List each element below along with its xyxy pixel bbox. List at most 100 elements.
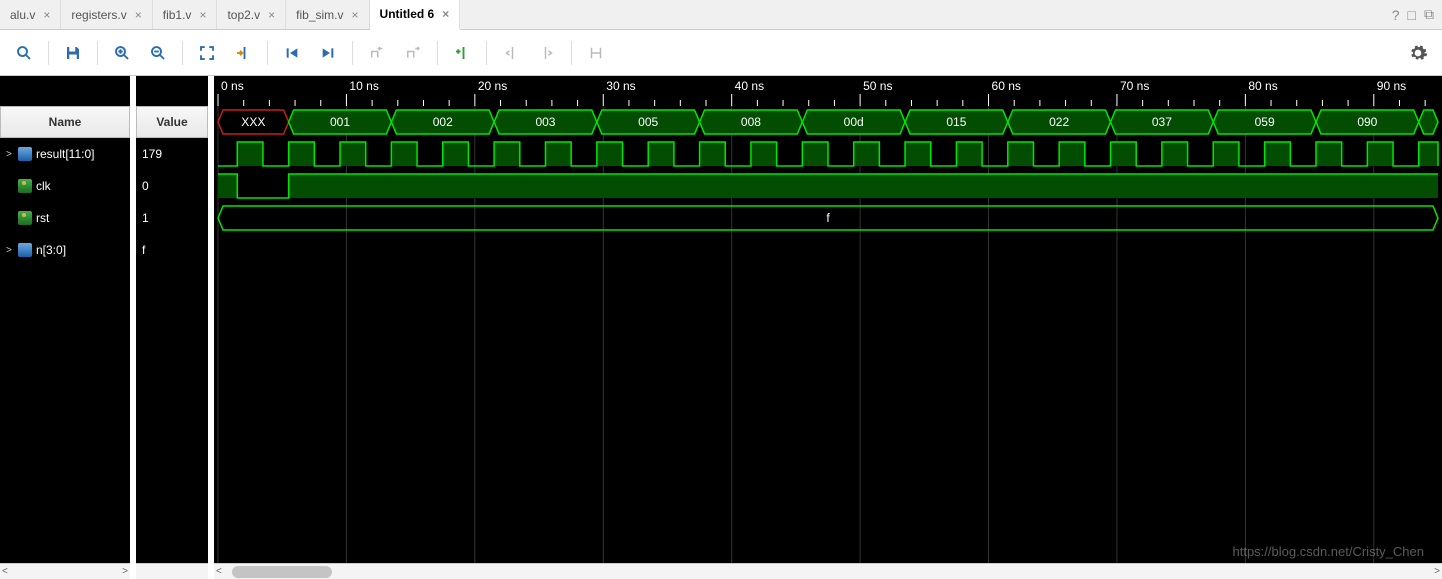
svg-text:40 ns: 40 ns bbox=[735, 79, 764, 93]
svg-text:015: 015 bbox=[946, 115, 966, 129]
editor-tabs: alu.v×registers.v×fib1.v×top2.v×fib_sim.… bbox=[0, 0, 1442, 30]
bus-signal-icon bbox=[18, 243, 32, 257]
signal-name: result[11:0] bbox=[36, 147, 94, 161]
zoom-fit-icon[interactable] bbox=[191, 37, 223, 69]
value-scrollbar[interactable] bbox=[136, 563, 208, 579]
bit-signal-icon bbox=[18, 179, 32, 193]
close-icon[interactable]: × bbox=[268, 8, 275, 22]
svg-text:090: 090 bbox=[1357, 115, 1377, 129]
signal-value: f bbox=[142, 243, 145, 257]
divider bbox=[182, 41, 183, 65]
name-scrollbar[interactable]: <> bbox=[0, 563, 130, 579]
tab-window-controls: ? □ ⧉ bbox=[1392, 0, 1442, 29]
tab-label: fib1.v bbox=[163, 8, 192, 22]
restore-icon[interactable]: ⧉ bbox=[1424, 6, 1434, 23]
svg-text:60 ns: 60 ns bbox=[992, 79, 1021, 93]
divider bbox=[486, 41, 487, 65]
tab-top2-v[interactable]: top2.v × bbox=[217, 0, 286, 29]
signal-value: 179 bbox=[142, 147, 162, 161]
tab-fib1-v[interactable]: fib1.v × bbox=[153, 0, 218, 29]
svg-text:90 ns: 90 ns bbox=[1377, 79, 1406, 93]
signal-value-row[interactable]: 0 bbox=[136, 170, 208, 202]
bit-signal-icon bbox=[18, 211, 32, 225]
value-header: Value bbox=[136, 106, 208, 138]
svg-text:70 ns: 70 ns bbox=[1120, 79, 1149, 93]
zoom-in-icon[interactable] bbox=[106, 37, 138, 69]
divider bbox=[352, 41, 353, 65]
divider bbox=[267, 41, 268, 65]
expand-icon[interactable]: > bbox=[6, 245, 14, 256]
svg-text:30 ns: 30 ns bbox=[606, 79, 635, 93]
go-to-end-icon[interactable] bbox=[312, 37, 344, 69]
svg-text:005: 005 bbox=[638, 115, 658, 129]
tab-untitled-6[interactable]: Untitled 6 × bbox=[370, 0, 461, 30]
svg-text:f: f bbox=[826, 211, 830, 225]
tab-label: Untitled 6 bbox=[380, 7, 435, 21]
divider bbox=[571, 41, 572, 65]
name-header: Name bbox=[0, 106, 130, 138]
swap-markers-icon bbox=[580, 37, 612, 69]
svg-text:001: 001 bbox=[330, 115, 350, 129]
svg-text:002: 002 bbox=[433, 115, 453, 129]
signal-name-column: Name > result[11:0] clk rst > n[3:0] <> bbox=[0, 76, 130, 579]
settings-icon[interactable] bbox=[1402, 37, 1434, 69]
waveform-scrollbar[interactable]: < > bbox=[214, 563, 1442, 579]
zoom-out-icon[interactable] bbox=[142, 37, 174, 69]
tab-label: fib_sim.v bbox=[296, 8, 343, 22]
next-marker-icon bbox=[531, 37, 563, 69]
close-icon[interactable]: × bbox=[442, 7, 449, 21]
close-icon[interactable]: × bbox=[352, 8, 359, 22]
tab-registers-v[interactable]: registers.v × bbox=[61, 0, 152, 29]
svg-text:10 ns: 10 ns bbox=[349, 79, 378, 93]
add-marker-icon[interactable] bbox=[446, 37, 478, 69]
signal-value: 0 bbox=[142, 179, 149, 193]
svg-text:50 ns: 50 ns bbox=[863, 79, 892, 93]
divider bbox=[97, 41, 98, 65]
prev-transition-icon bbox=[361, 37, 393, 69]
go-to-cursor-icon[interactable] bbox=[227, 37, 259, 69]
signal-name-row[interactable]: > result[11:0] bbox=[0, 138, 130, 170]
tab-label: top2.v bbox=[227, 8, 260, 22]
maximize-icon[interactable]: □ bbox=[1408, 7, 1416, 23]
svg-text:XXX: XXX bbox=[241, 115, 265, 129]
close-icon[interactable]: × bbox=[135, 8, 142, 22]
signal-panel: Name > result[11:0] clk rst > n[3:0] <> Value… bbox=[0, 76, 208, 579]
help-icon[interactable]: ? bbox=[1392, 7, 1400, 23]
signal-name: n[3:0] bbox=[36, 243, 66, 257]
signal-name: clk bbox=[36, 179, 51, 193]
waveform-toolbar bbox=[0, 30, 1442, 76]
svg-text:20 ns: 20 ns bbox=[478, 79, 507, 93]
signal-value-row[interactable]: f bbox=[136, 234, 208, 266]
tab-alu-v[interactable]: alu.v × bbox=[0, 0, 61, 29]
signal-value-row[interactable]: 1 bbox=[136, 202, 208, 234]
save-icon[interactable] bbox=[57, 37, 89, 69]
prev-marker-icon bbox=[495, 37, 527, 69]
svg-text:022: 022 bbox=[1049, 115, 1069, 129]
waveform-area[interactable]: 0 ns 10 ns 20 ns 30 ns 40 ns 50 ns 60 ns 70 ns 8… bbox=[208, 76, 1442, 579]
next-transition-icon bbox=[397, 37, 429, 69]
signal-name: rst bbox=[36, 211, 49, 225]
tab-label: registers.v bbox=[71, 8, 126, 22]
signal-name-row[interactable]: > n[3:0] bbox=[0, 234, 130, 266]
go-to-start-icon[interactable] bbox=[276, 37, 308, 69]
signal-name-row[interactable]: rst bbox=[0, 202, 130, 234]
search-icon[interactable] bbox=[8, 37, 40, 69]
svg-text:059: 059 bbox=[1255, 115, 1275, 129]
main-area: Name > result[11:0] clk rst > n[3:0] <> Value… bbox=[0, 76, 1442, 579]
svg-text:008: 008 bbox=[741, 115, 761, 129]
close-icon[interactable]: × bbox=[199, 8, 206, 22]
signal-name-row[interactable]: clk bbox=[0, 170, 130, 202]
svg-text:003: 003 bbox=[535, 115, 555, 129]
signal-value-row[interactable]: 179 bbox=[136, 138, 208, 170]
tab-label: alu.v bbox=[10, 8, 35, 22]
close-icon[interactable]: × bbox=[43, 8, 50, 22]
svg-text:037: 037 bbox=[1152, 115, 1172, 129]
scrollbar-thumb[interactable] bbox=[232, 566, 332, 578]
expand-icon[interactable]: > bbox=[6, 149, 14, 160]
svg-text:0 ns: 0 ns bbox=[221, 79, 244, 93]
signal-value-column: Value 179 0 1 f bbox=[136, 76, 208, 579]
tab-fib-sim-v[interactable]: fib_sim.v × bbox=[286, 0, 369, 29]
svg-text:00d: 00d bbox=[844, 115, 864, 129]
divider bbox=[437, 41, 438, 65]
svg-text:80 ns: 80 ns bbox=[1248, 79, 1277, 93]
